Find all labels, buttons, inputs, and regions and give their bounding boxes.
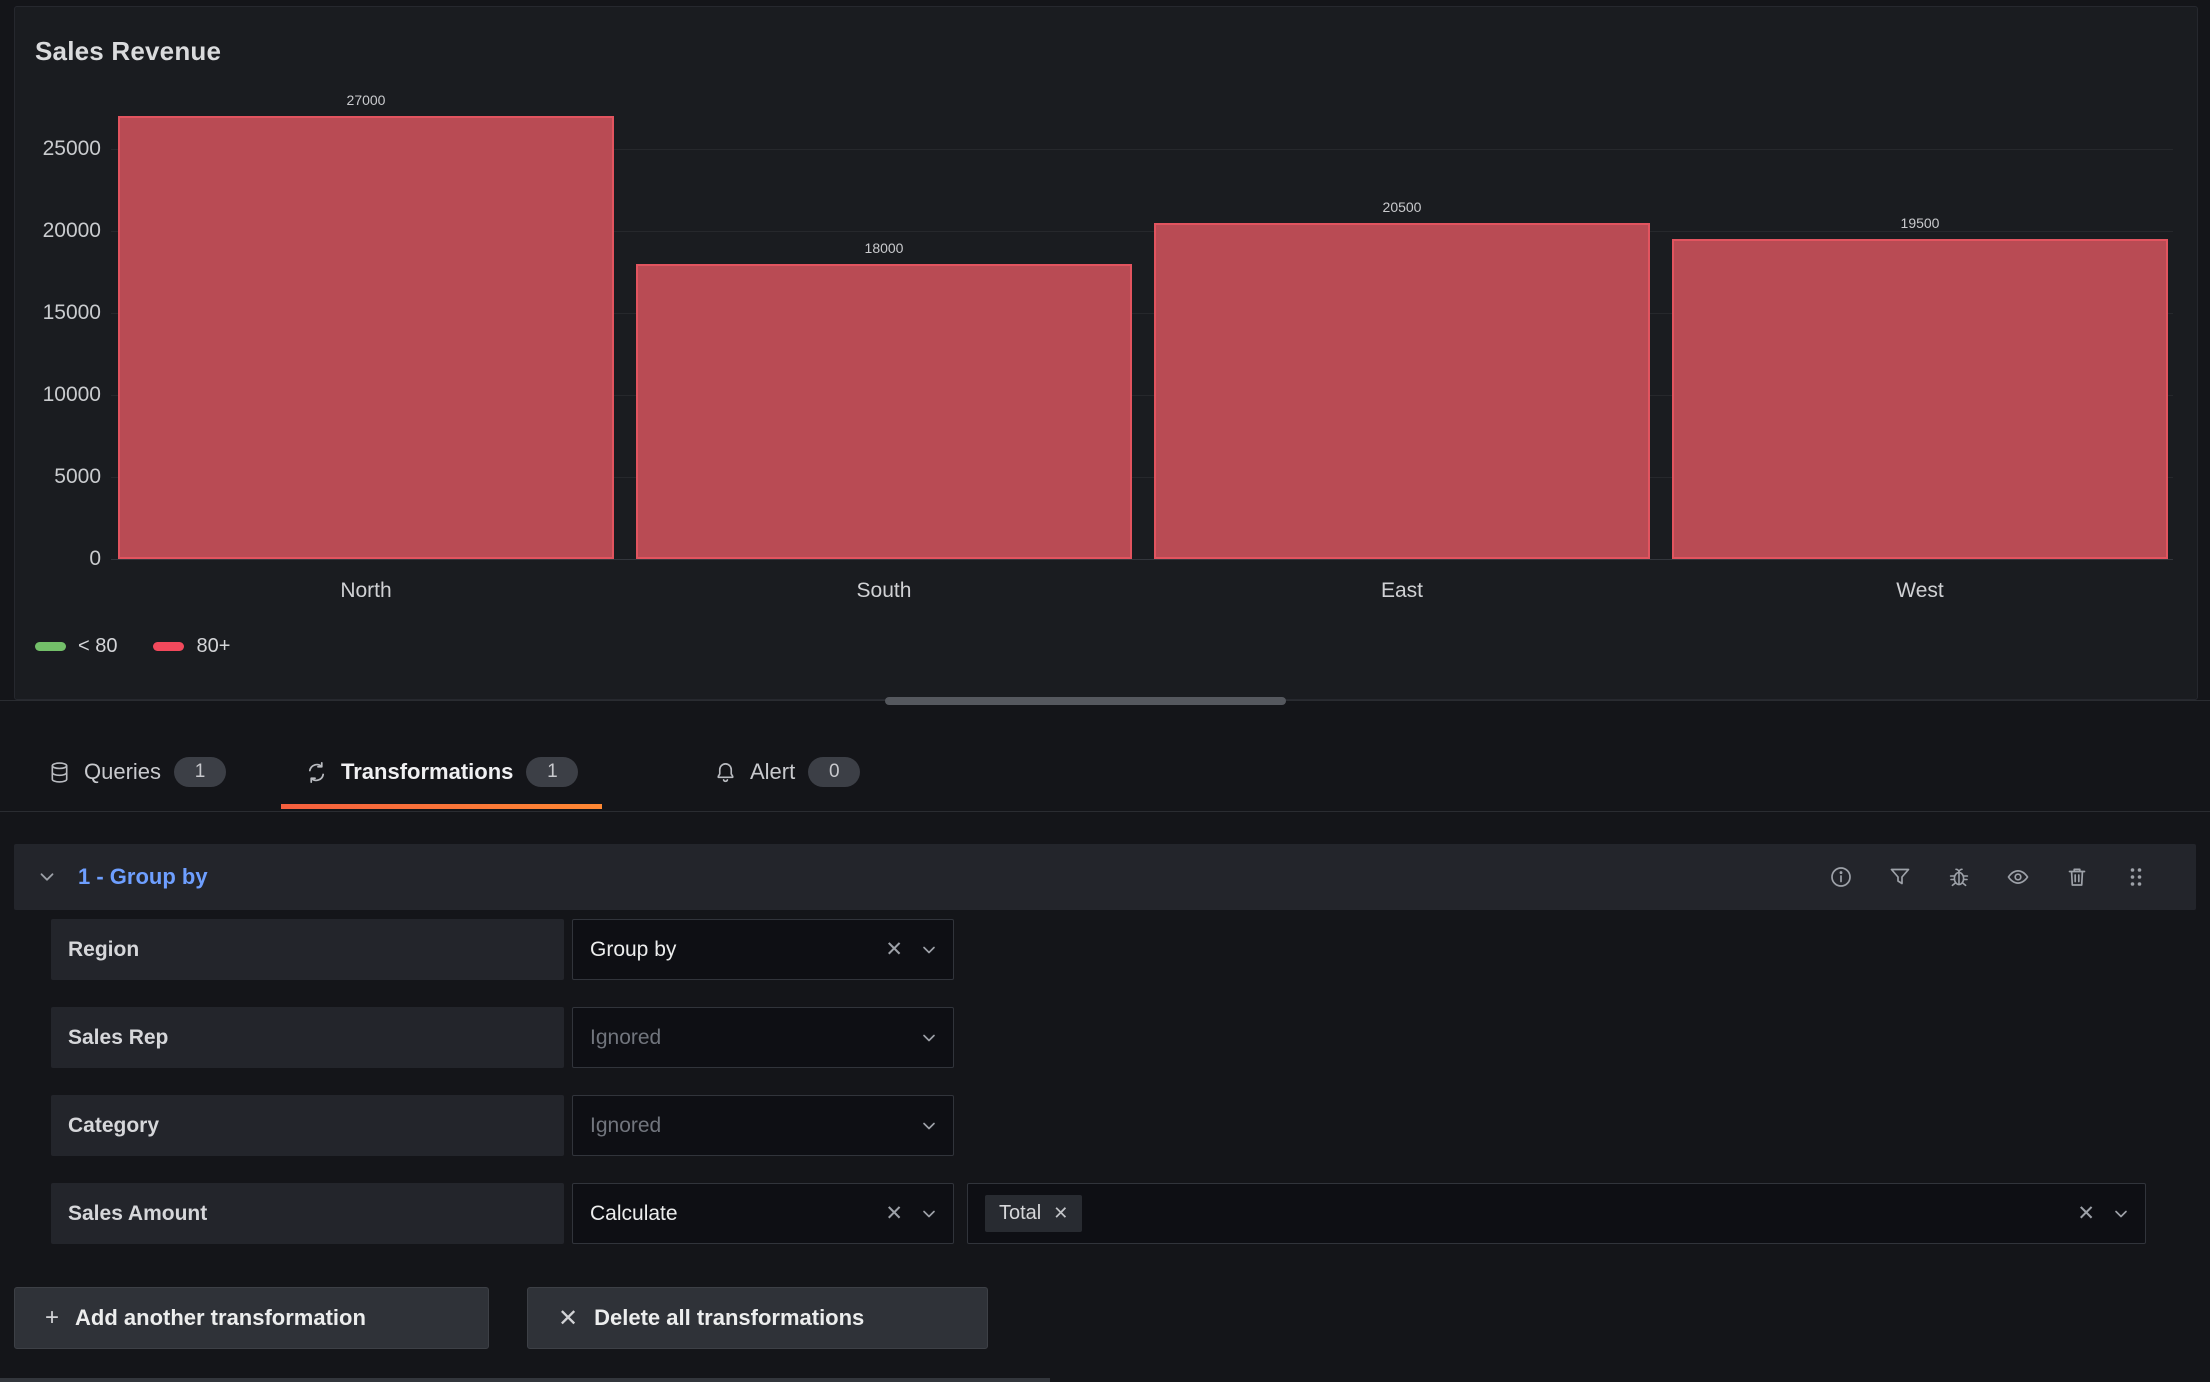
y-tick: 25000 (23, 137, 101, 161)
select-value: Calculate (590, 1202, 885, 1226)
x-axis-line (111, 559, 2173, 560)
legend-label: < 80 (78, 635, 117, 658)
drag-handle-icon[interactable] (2124, 865, 2148, 889)
bell-icon (714, 761, 737, 784)
operation-select-category[interactable]: Ignored (572, 1095, 954, 1156)
chevron-down-icon[interactable] (919, 1116, 939, 1136)
bar-south[interactable]: 18000 (636, 264, 1132, 559)
clear-icon[interactable]: ✕ (885, 1201, 903, 1226)
tab-count-badge: 0 (808, 757, 860, 787)
tabs-divider (0, 811, 2210, 812)
eye-icon[interactable] (2006, 865, 2030, 889)
horizontal-scrollbar[interactable] (885, 697, 1286, 705)
bar-value-label: 27000 (118, 92, 614, 108)
select-value: Group by (590, 938, 885, 962)
y-tick: 10000 (23, 383, 101, 407)
x-label-north: North (266, 579, 466, 603)
transformation-toolbar (1829, 844, 2148, 910)
close-icon: ✕ (558, 1304, 578, 1333)
remove-tag-icon[interactable]: ✕ (1053, 1203, 1068, 1224)
trash-icon[interactable] (2065, 865, 2089, 889)
delete-all-transformations-button[interactable]: ✕ Delete all transformations (527, 1287, 988, 1349)
field-label: Region (51, 919, 564, 980)
filter-icon[interactable] (1888, 865, 1912, 889)
legend-swatch-red (153, 642, 184, 651)
select-value: Ignored (590, 1026, 919, 1050)
bar-value-label: 20500 (1154, 199, 1650, 215)
bar-value-label: 19500 (1672, 215, 2168, 231)
field-label: Sales Amount (51, 1183, 564, 1244)
database-icon (48, 761, 71, 784)
operation-select-sales-rep[interactable]: Ignored (572, 1007, 954, 1068)
clear-icon[interactable]: ✕ (2077, 1201, 2095, 1226)
y-tick: 5000 (23, 465, 101, 489)
bug-icon[interactable] (1947, 865, 1971, 889)
tab-label: Transformations (341, 759, 513, 785)
add-transformation-button[interactable]: + Add another transformation (14, 1287, 489, 1349)
x-label-east: East (1302, 579, 1502, 603)
chevron-down-icon[interactable] (2111, 1204, 2131, 1224)
legend-item-80plus[interactable]: 80+ (153, 635, 230, 658)
chevron-down-icon[interactable] (919, 1204, 939, 1224)
field-label: Sales Rep (51, 1007, 564, 1068)
legend-label: 80+ (196, 635, 230, 658)
y-tick: 0 (23, 547, 101, 571)
y-tick: 20000 (23, 219, 101, 243)
transformation-header[interactable]: 1 - Group by (14, 844, 2196, 910)
operation-select-sales-amount[interactable]: Calculate ✕ (572, 1183, 954, 1244)
panel-editor: Sales Revenue 25000 20000 15000 10000 50… (0, 0, 2210, 1382)
tab-label: Alert (750, 759, 795, 785)
chart-legend: < 80 80+ (35, 635, 230, 658)
legend-item-lt80[interactable]: < 80 (35, 635, 117, 658)
tab-alert[interactable]: Alert 0 (690, 733, 884, 811)
sales-revenue-panel: Sales Revenue 25000 20000 15000 10000 50… (14, 6, 2198, 700)
tab-count-badge: 1 (526, 757, 578, 787)
chevron-down-icon[interactable] (919, 1028, 939, 1048)
bar-rect (636, 264, 1132, 559)
bar-rect (1154, 223, 1650, 559)
plus-icon: + (45, 1304, 59, 1332)
operation-select-region[interactable]: Group by ✕ (572, 919, 954, 980)
field-label: Category (51, 1095, 564, 1156)
clear-icon[interactable]: ✕ (885, 937, 903, 962)
aggregation-tag-total[interactable]: Total ✕ (985, 1195, 1082, 1232)
bar-west[interactable]: 19500 (1672, 239, 2168, 559)
bar-rect (1672, 239, 2168, 559)
info-icon[interactable] (1829, 865, 1853, 889)
legend-swatch-green (35, 642, 66, 651)
transform-icon (305, 761, 328, 784)
chevron-down-icon[interactable] (919, 940, 939, 960)
select-value: Ignored (590, 1114, 919, 1138)
tab-transformations[interactable]: Transformations 1 (281, 733, 602, 811)
chevron-down-icon[interactable] (36, 866, 58, 888)
bar-rect (118, 116, 614, 559)
tab-queries[interactable]: Queries 1 (24, 733, 250, 811)
editor-tabs: Queries 1 Transformations 1 Alert 0 (0, 733, 2210, 811)
bar-north[interactable]: 27000 (118, 116, 614, 559)
bar-east[interactable]: 20500 (1154, 223, 1650, 559)
aggregations-multiselect[interactable]: Total ✕ ✕ (967, 1183, 2146, 1244)
panel-title: Sales Revenue (35, 36, 221, 67)
x-label-west: West (1820, 579, 2020, 603)
y-tick: 15000 (23, 301, 101, 325)
x-label-south: South (784, 579, 984, 603)
next-panel-edge (0, 1378, 1050, 1382)
tab-count-badge: 1 (174, 757, 226, 787)
transformation-title[interactable]: 1 - Group by (78, 864, 208, 890)
bar-value-label: 18000 (636, 240, 1132, 256)
tab-label: Queries (84, 759, 161, 785)
